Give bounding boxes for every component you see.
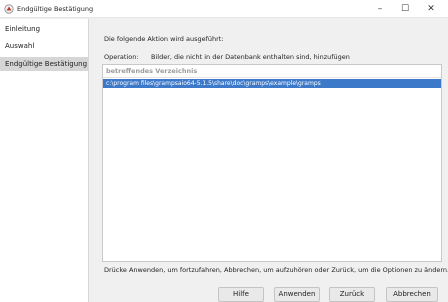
close-icon[interactable]: ✕ [420, 2, 442, 16]
assistant-window: Endgültige Bestätigung – ☐ ✕ Einleitung … [0, 0, 448, 302]
directory-list[interactable]: betreffendes Verzeichnis c:\program file… [102, 64, 442, 262]
sidebar-item-einleitung: Einleitung [5, 25, 41, 33]
list-item[interactable]: c:\program files\grampsaio64-5.1.5\share… [103, 79, 441, 88]
title-bar[interactable]: Endgültige Bestätigung – ☐ ✕ [0, 0, 448, 18]
help-button[interactable]: Hilfe [218, 287, 264, 302]
operation-label: Operation: [104, 53, 139, 61]
main-panel: Die folgende Aktion wird ausgeführt: Ope… [90, 19, 448, 302]
cancel-button[interactable]: Abbrechen [386, 287, 438, 302]
maximize-icon[interactable]: ☐ [394, 2, 416, 16]
back-button[interactable]: Zurück [329, 287, 375, 302]
apply-button[interactable]: Anwenden [274, 287, 320, 302]
action-description: Die folgende Aktion wird ausgeführt: [104, 35, 224, 43]
gramps-app-icon [4, 4, 14, 14]
window-title: Endgültige Bestätigung [17, 5, 94, 13]
list-column-header[interactable]: betreffendes Verzeichnis [103, 65, 441, 78]
sidebar-item-auswahl: Auswahl [5, 42, 35, 50]
minimize-icon[interactable]: – [369, 2, 391, 16]
sidebar: Einleitung Auswahl Endgültige Bestätigun… [0, 19, 89, 302]
instruction-text: Drücke Anwenden, um fortzufahren, Abbrec… [104, 266, 448, 274]
operation-value: Bilder, die nicht in der Datenbank entha… [151, 53, 350, 61]
sidebar-item-endgueltige-bestaetigung: Endgültige Bestätigung [0, 57, 89, 71]
